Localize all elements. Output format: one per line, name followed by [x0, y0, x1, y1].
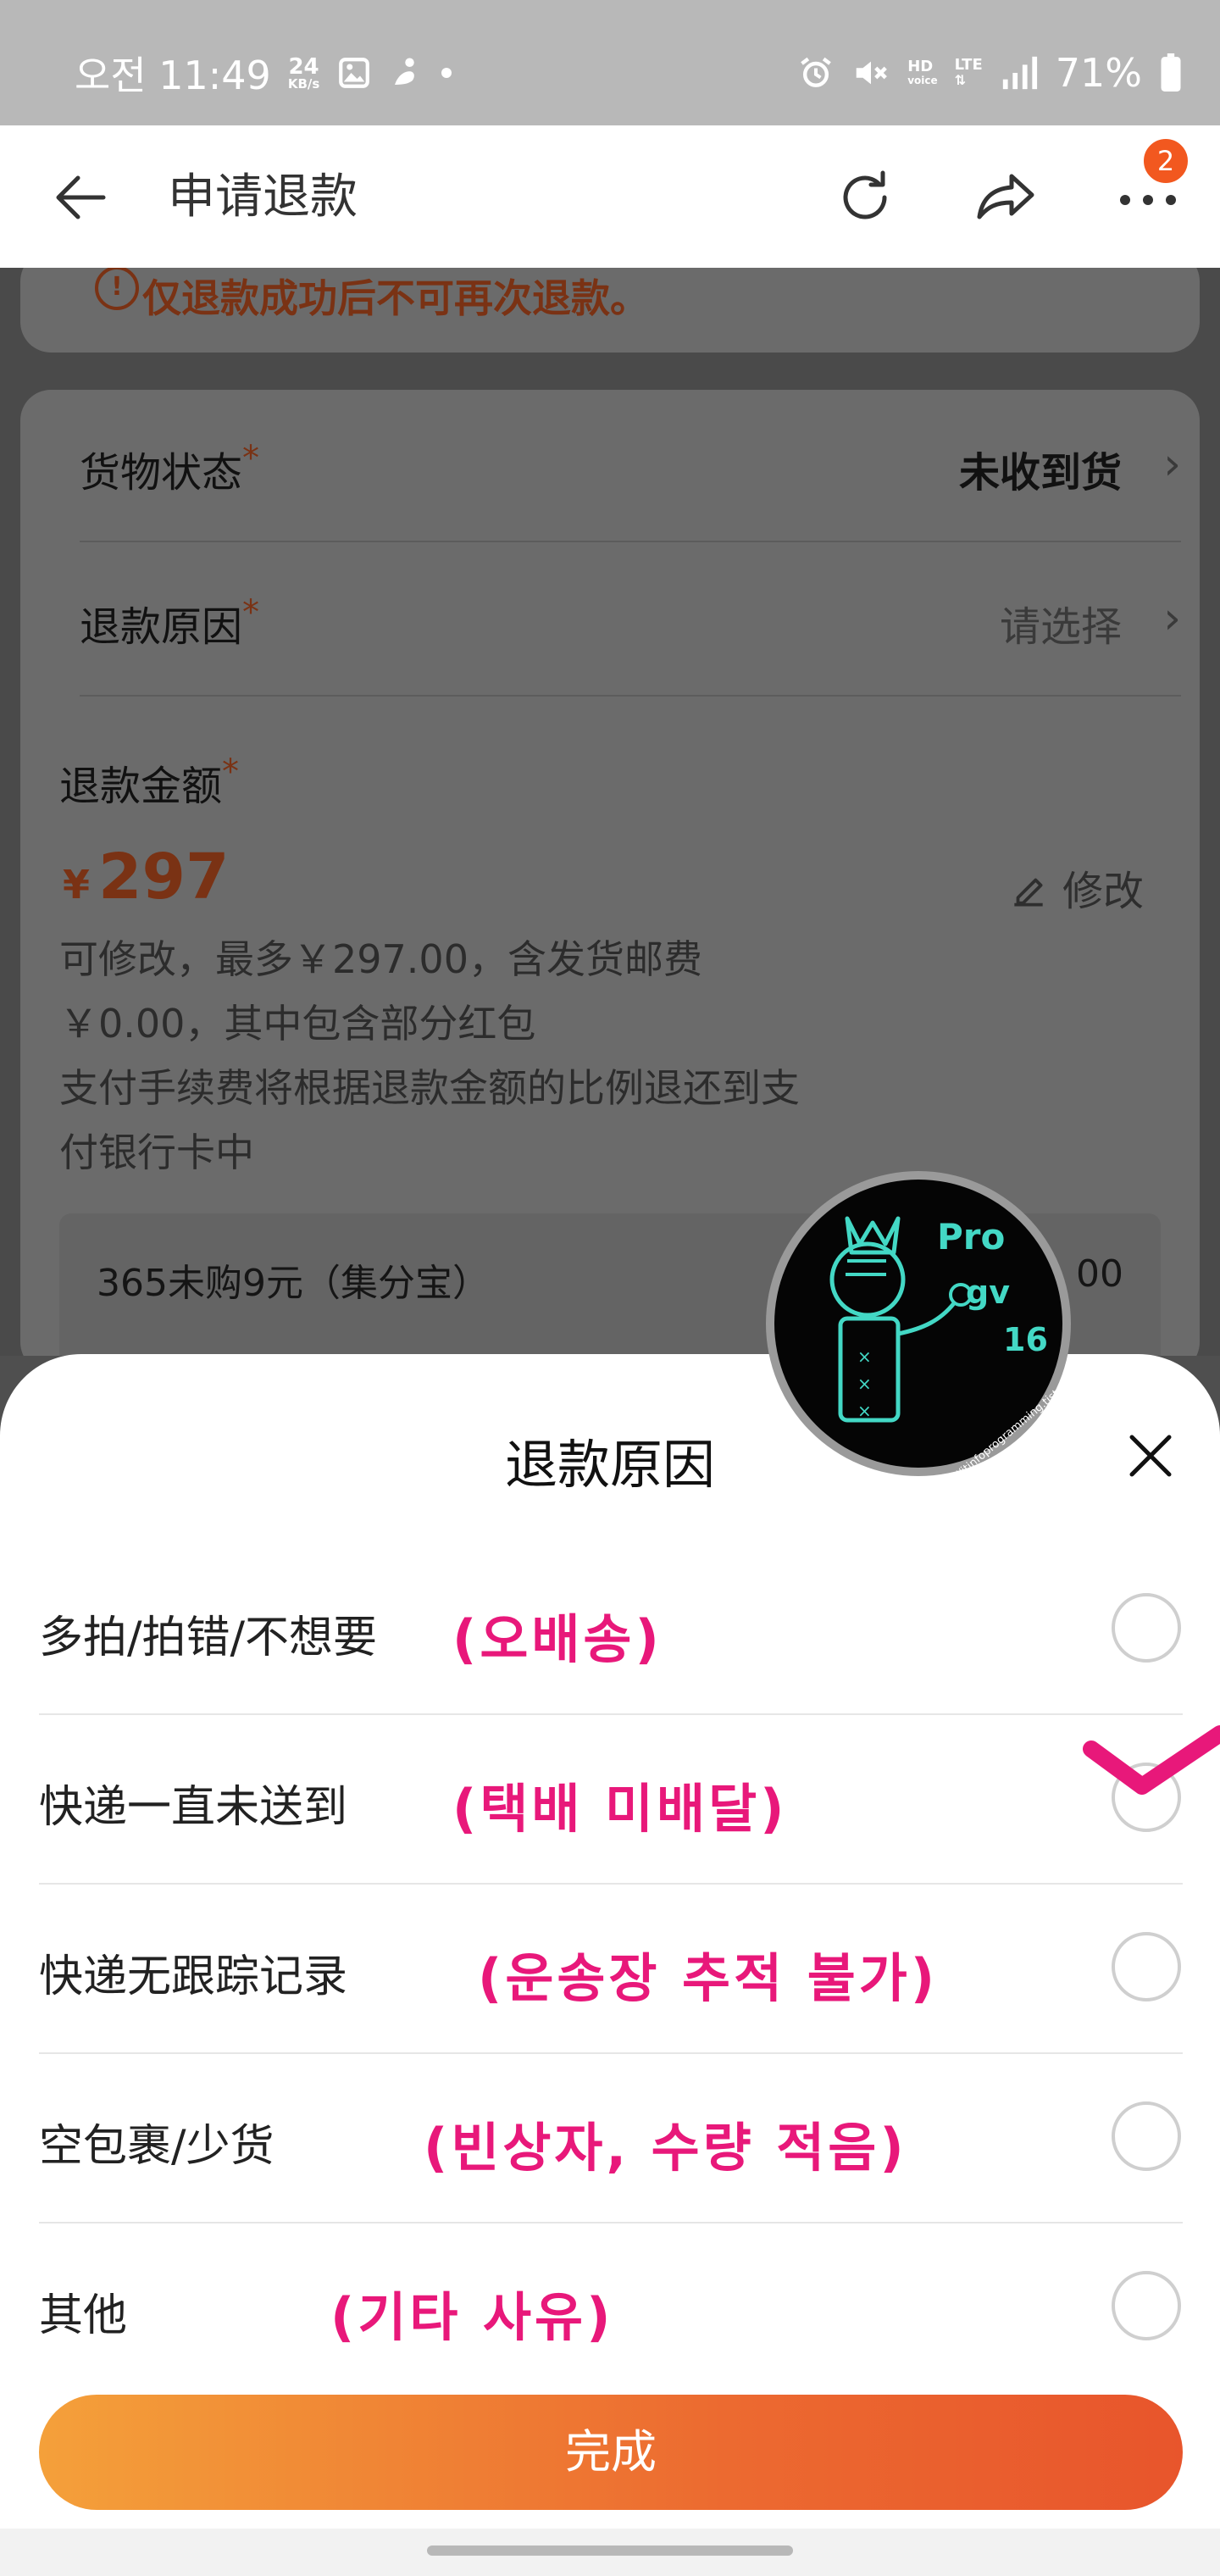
info-circle-icon: !: [95, 268, 139, 310]
korean-annotation: (빈상자, 수량 적음): [424, 2117, 907, 2179]
reason-option[interactable]: 其他 (기타 사유): [39, 2223, 1183, 2393]
korean-annotation: (기타 사유): [330, 2286, 614, 2348]
refund-reason-sheet: 退款原因 多拍/拍错/不想要 (오배송) 快递一直未送到 (택배 미배달) 快递…: [0, 1354, 1220, 2576]
share-icon[interactable]: [968, 159, 1044, 236]
refund-reason-row[interactable]: 退款原因* 请选择 ›: [80, 544, 1181, 697]
battery-icon: [1161, 53, 1181, 92]
reason-label: 快递无跟踪记录: [39, 1951, 348, 2002]
korean-annotation: (운송장 추적 불가): [478, 1947, 939, 2009]
required-mark: *: [242, 593, 260, 632]
svg-text:×: ×: [857, 1346, 872, 1367]
radio-button[interactable]: [1112, 1593, 1181, 1663]
back-arrow-icon[interactable]: [47, 168, 115, 227]
top-nav-bar: 申请退款: [0, 125, 1220, 268]
promo-text: 365未购9元（集分宝）: [97, 1262, 490, 1305]
page-title: 申请退款: [168, 169, 358, 225]
radio-button[interactable]: [1112, 2101, 1181, 2171]
korean-annotation: (택배 미배달): [452, 1778, 788, 1840]
radio-button[interactable]: [1112, 2271, 1181, 2340]
notice-card: ! 仅退款成功后不可再次退款。: [20, 268, 1200, 353]
svg-text:×: ×: [857, 1374, 872, 1394]
reason-label: 其他: [39, 2290, 128, 2341]
signal-icon: [1002, 56, 1037, 90]
status-bar: 오전 11:49 24 KB/s HD voice LTE ⇅ 71%: [0, 0, 1220, 125]
reason-label: 空包裹/少货: [39, 2121, 274, 2172]
desc-line: ￥0.00，其中包含部分红包: [59, 1001, 536, 1046]
data-arrows: ⇅: [954, 72, 967, 89]
logo-text-pro: Pro: [937, 1216, 1005, 1257]
gallery-notification-icon: [339, 58, 370, 88]
alarm-icon: [801, 57, 832, 87]
goods-status-value: 未收到货: [958, 449, 1122, 497]
currency-symbol: ¥: [63, 862, 91, 908]
reason-option[interactable]: 空包裹/少货 (빈상자, 수량 적음): [39, 2054, 1183, 2223]
edit-amount-label: 修改: [1062, 868, 1144, 915]
app-notification-icon: [395, 58, 415, 85]
battery-percent: 71%: [1055, 50, 1142, 96]
korean-annotation: (오배송): [452, 1608, 663, 1670]
hd-label: HD: [907, 58, 934, 76]
mute-icon: [856, 61, 888, 85]
required-mark: *: [222, 752, 240, 791]
pencil-icon: [1014, 878, 1043, 907]
reason-label: 快递一直未送到: [39, 1782, 348, 1833]
refund-amount-description: 可修改，最多￥297.00，含发货邮费 ￥0.00，其中包含部分红包 支付手续费…: [59, 927, 957, 1185]
checkmark-annotation-icon: [1083, 1725, 1220, 1795]
refresh-icon[interactable]: [827, 159, 903, 236]
notice-text: 仅退款成功后不可再次退款。: [142, 275, 649, 321]
reason-option[interactable]: 多拍/拍错/不想要 (오배송): [39, 1546, 1183, 1715]
status-right: HD voice LTE ⇅ 71%: [797, 47, 1183, 98]
status-time: 오전 11:49: [75, 53, 271, 98]
hd-voice-indicator: HD voice: [907, 58, 938, 87]
lte-indicator: LTE ⇅: [954, 57, 983, 89]
refund-amount-value: ¥297: [63, 841, 230, 913]
refund-reason-placeholder: 请选择: [999, 603, 1122, 651]
net-speed-value: 24: [288, 53, 319, 80]
desc-line: 支付手续费将根据退款金额的比例退还到支: [59, 1065, 800, 1111]
reason-label: 多拍/拍错/不想要: [39, 1613, 378, 1663]
logo-text-gv: gv: [966, 1274, 1010, 1311]
voice-label: voice: [907, 75, 938, 87]
gesture-handle[interactable]: [427, 2545, 793, 2556]
refund-amount-label: 退款金额*: [59, 752, 240, 810]
radio-button[interactable]: [1112, 1932, 1181, 2001]
reason-option[interactable]: 快递一直未送到 (택배 미배달): [39, 1715, 1183, 1885]
reason-options-list: 多拍/拍错/不想要 (오배송) 快递一直未送到 (택배 미배달) 快递无跟踪记录…: [39, 1546, 1183, 2393]
desc-line: 可修改，最多￥297.00，含发货邮费: [59, 936, 702, 982]
edit-amount-button[interactable]: 修改: [1007, 858, 1144, 917]
logo-text-16: 16: [1003, 1321, 1048, 1358]
notification-badge: 2: [1140, 136, 1191, 186]
chevron-right-icon: ›: [1163, 593, 1181, 644]
goods-status-label: 货物状态*: [80, 439, 260, 497]
chevron-right-icon: ›: [1163, 439, 1181, 490]
done-button[interactable]: 完成: [39, 2395, 1183, 2510]
required-mark: *: [242, 439, 260, 478]
net-speed-indicator: 24 KB/s: [288, 56, 319, 91]
net-speed-unit: KB/s: [287, 75, 320, 92]
promo-amount: 00: [1076, 1252, 1123, 1296]
reason-option[interactable]: 快递无跟踪记录 (운송장 추적 불가): [39, 1885, 1183, 2054]
status-left: 오전 11:49 24 KB/s: [75, 47, 452, 98]
more-notifications-dot: [441, 68, 452, 78]
svg-text:×: ×: [857, 1401, 872, 1421]
close-icon[interactable]: [1120, 1425, 1181, 1486]
progv16-logo: × × × Pro gv 16 https://itinfoprogrammin…: [766, 1171, 1074, 1480]
goods-status-row[interactable]: 货物状态* 未收到货 ›: [80, 390, 1181, 542]
refund-reason-label: 退款原因*: [80, 593, 260, 651]
